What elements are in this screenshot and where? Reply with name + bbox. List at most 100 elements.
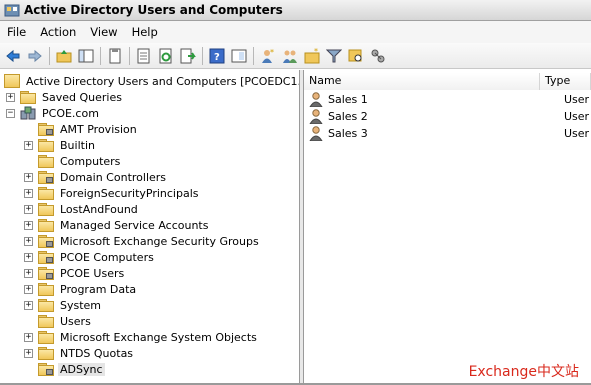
ou-folder-icon xyxy=(38,234,54,248)
refresh-icon[interactable] xyxy=(155,45,177,67)
delegate-icon[interactable] xyxy=(367,45,389,67)
tree-item-label: Builtin xyxy=(60,138,95,152)
tree-item[interactable]: AMT Provision xyxy=(24,121,139,137)
list-header: Name Type xyxy=(304,73,591,90)
new-group-icon[interactable] xyxy=(279,45,301,67)
toolbar-separator xyxy=(202,46,203,65)
svg-text:*: * xyxy=(270,48,274,57)
tree-item[interactable]: Computers xyxy=(24,153,122,169)
tree-item[interactable]: + NTDS Quotas xyxy=(24,345,135,361)
folder-icon xyxy=(38,314,54,328)
expand-icon[interactable]: + xyxy=(24,332,33,342)
tree-item[interactable]: + Builtin xyxy=(24,137,97,153)
expand-icon[interactable]: + xyxy=(24,284,33,294)
show-tree-icon[interactable] xyxy=(75,45,97,67)
list-item[interactable]: Sales 1 User xyxy=(308,91,591,108)
tree-item-label: Domain Controllers xyxy=(60,170,167,184)
folder-icon xyxy=(38,186,54,200)
cell-type: User xyxy=(564,92,590,106)
folder-icon xyxy=(38,282,54,296)
expand-icon[interactable]: + xyxy=(6,92,15,102)
tree-item-label: Saved Queries xyxy=(42,90,122,104)
menu-action[interactable]: Action xyxy=(33,21,83,43)
ou-folder-icon xyxy=(38,362,54,376)
folder-icon xyxy=(38,202,54,216)
expand-icon[interactable]: + xyxy=(24,348,33,358)
tree-item-label: Microsoft Exchange Security Groups xyxy=(60,234,259,248)
column-header-name[interactable]: Name xyxy=(304,73,540,90)
tree-item-label: PCOE Users xyxy=(60,266,125,280)
expand-icon[interactable]: + xyxy=(24,204,33,214)
tree-pane[interactable]: Active Directory Users and Computers [PC… xyxy=(0,70,300,383)
forward-icon[interactable] xyxy=(24,45,46,67)
expand-icon[interactable]: + xyxy=(24,236,33,246)
expand-icon[interactable]: + xyxy=(24,220,33,230)
collapse-icon[interactable]: − xyxy=(6,108,15,118)
tree-item[interactable]: + Domain Controllers xyxy=(24,169,168,185)
new-ou-icon[interactable]: * xyxy=(301,45,323,67)
menu-file[interactable]: File xyxy=(0,21,33,43)
copy-icon[interactable] xyxy=(104,45,126,67)
console-root-icon xyxy=(4,74,20,88)
tree-item[interactable]: + Microsoft Exchange Security Groups xyxy=(24,233,261,249)
folder-icon xyxy=(38,346,54,360)
tree-item[interactable]: + System xyxy=(24,297,103,313)
filter-icon[interactable] xyxy=(323,45,345,67)
console-icon[interactable] xyxy=(228,45,250,67)
folder-icon xyxy=(38,298,54,312)
up-folder-icon[interactable] xyxy=(53,45,75,67)
tree-item-label: AMT Provision xyxy=(60,122,137,136)
tree-item[interactable]: + LostAndFound xyxy=(24,201,140,217)
toolbar-separator xyxy=(253,46,254,65)
tree-root[interactable]: Active Directory Users and Computers [PC… xyxy=(4,73,300,89)
tree-item[interactable]: + Program Data xyxy=(24,281,138,297)
tree-item[interactable]: + Managed Service Accounts xyxy=(24,217,210,233)
export-list-icon[interactable] xyxy=(177,45,199,67)
tree-item[interactable]: ADSync xyxy=(24,361,105,377)
list-item[interactable]: Sales 3 User xyxy=(308,125,591,142)
tree-item[interactable]: Users xyxy=(24,313,93,329)
tree-item-saved-queries[interactable]: + Saved Queries xyxy=(6,89,124,105)
help-icon[interactable]: ? xyxy=(206,45,228,67)
expand-icon[interactable]: + xyxy=(24,188,33,198)
tree-item-label: ADSync xyxy=(58,362,105,376)
tree-item-label: Microsoft Exchange System Objects xyxy=(60,330,257,344)
expand-icon[interactable]: + xyxy=(24,252,33,262)
aduc-app-icon xyxy=(4,3,20,17)
tree-item[interactable]: + ForeignSecurityPrincipals xyxy=(24,185,201,201)
cell-type: User xyxy=(564,126,590,140)
cell-name: Sales 3 xyxy=(328,126,368,140)
user-icon xyxy=(308,108,324,125)
tree-item[interactable]: + PCOE Computers xyxy=(24,249,156,265)
toolbar-separator xyxy=(100,46,101,65)
tree-item[interactable]: + Microsoft Exchange System Objects xyxy=(24,329,259,345)
tree-item-label: System xyxy=(60,298,102,312)
tree-item[interactable]: + PCOE Users xyxy=(24,265,126,281)
folder-icon xyxy=(38,154,54,168)
tree-item-domain[interactable]: − PCOE.com xyxy=(6,105,101,121)
list-pane[interactable]: Name Type Sales 1 User Sales 2 User Sales 3 U… xyxy=(304,70,591,383)
cell-name: Sales 1 xyxy=(328,92,368,106)
back-icon[interactable] xyxy=(2,45,24,67)
properties-icon[interactable] xyxy=(133,45,155,67)
find-icon[interactable] xyxy=(345,45,367,67)
menu-help[interactable]: Help xyxy=(125,21,165,43)
expand-icon[interactable]: + xyxy=(24,268,33,278)
expand-icon[interactable]: + xyxy=(24,172,33,182)
ou-folder-icon xyxy=(38,122,54,136)
expand-icon[interactable]: + xyxy=(24,300,33,310)
ou-folder-icon xyxy=(38,266,54,280)
watermark: Exchange中文站 xyxy=(468,364,579,380)
tree-item-label: Users xyxy=(60,314,91,328)
tree-item-label: PCOE Computers xyxy=(60,250,154,264)
column-header-type[interactable]: Type xyxy=(540,73,591,90)
list-item[interactable]: Sales 2 User xyxy=(308,108,591,125)
menu-view[interactable]: View xyxy=(83,21,124,43)
new-user-icon[interactable]: * xyxy=(257,45,279,67)
tree-root-label: Active Directory Users and Computers [PC… xyxy=(26,74,300,88)
expand-icon[interactable]: + xyxy=(24,140,33,150)
title-bar: Active Directory Users and Computers xyxy=(0,0,591,21)
